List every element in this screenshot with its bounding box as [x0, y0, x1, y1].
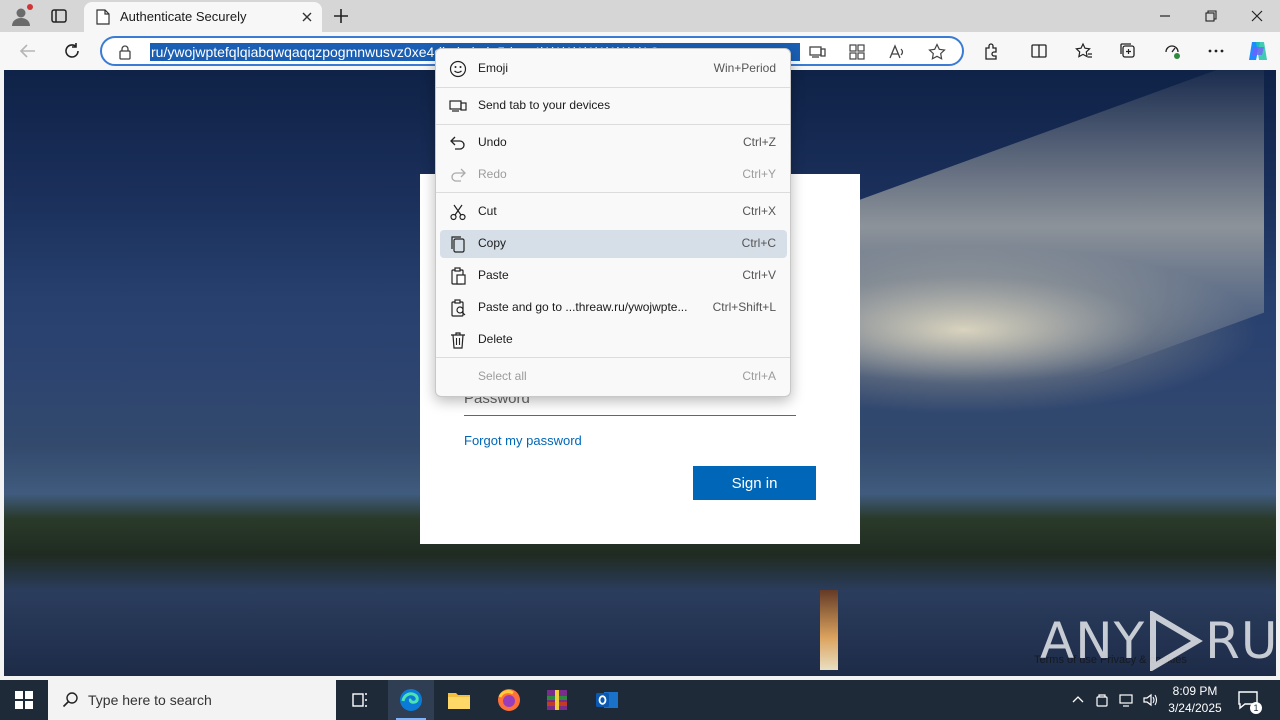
collections-icon[interactable]	[1118, 41, 1138, 61]
network-icon[interactable]	[1116, 680, 1136, 720]
menu-shortcut: Ctrl+A	[742, 369, 776, 383]
menu-item-paste-and-go[interactable]: Paste and go to ...threaw.ru/ywojwpte...…	[440, 294, 787, 322]
anyrun-watermark: ANY RUN	[1040, 608, 1276, 674]
menu-item-copy[interactable]: Copy Ctrl+C	[440, 230, 787, 258]
edge-icon[interactable]	[388, 680, 434, 720]
file-explorer-icon[interactable]	[436, 680, 482, 720]
menu-separator	[436, 87, 790, 88]
menu-shortcut: Ctrl+Shift+L	[712, 300, 776, 314]
volume-icon[interactable]	[1140, 680, 1160, 720]
security-icon[interactable]	[1092, 680, 1112, 720]
notification-count: 1	[1250, 702, 1262, 714]
menu-shortcut: Ctrl+Y	[742, 167, 776, 181]
search-icon	[62, 691, 80, 709]
forgot-password-link[interactable]: Forgot my password	[464, 433, 582, 448]
read-aloud-icon[interactable]	[888, 43, 906, 61]
send-tab-icon	[449, 97, 467, 115]
menu-item-send-tab[interactable]: Send tab to your devices	[440, 92, 787, 120]
menu-item-cut[interactable]: Cut Ctrl+X	[440, 198, 787, 226]
redo-icon	[449, 166, 467, 184]
task-view-icon[interactable]	[337, 680, 383, 720]
menu-label: Paste	[478, 268, 509, 282]
browser-title-bar: Authenticate Securely	[0, 0, 1280, 32]
tab-actions-icon[interactable]	[50, 7, 68, 25]
taskbar: Type here to search 8:09 PM 3/24/2025 1	[0, 680, 1280, 720]
new-tab-icon[interactable]	[332, 7, 350, 25]
clock-date: 3/24/2025	[1168, 701, 1222, 715]
more-options-icon[interactable]	[1206, 41, 1226, 61]
undo-icon	[449, 134, 467, 152]
menu-separator	[436, 124, 790, 125]
menu-shortcut: Ctrl+V	[742, 268, 776, 282]
menu-label: Select all	[478, 369, 527, 383]
menu-item-emoji[interactable]: Emoji Win+Period	[440, 55, 787, 83]
profile-icon[interactable]	[10, 4, 33, 27]
menu-item-delete[interactable]: Delete	[440, 326, 787, 354]
menu-label: Delete	[478, 332, 513, 346]
tab-title: Authenticate Securely	[120, 9, 247, 24]
background-tower	[820, 590, 838, 670]
close-tab-icon[interactable]	[300, 10, 314, 24]
emoji-icon	[449, 60, 467, 78]
menu-separator	[436, 192, 790, 193]
favorite-star-icon[interactable]	[928, 43, 946, 61]
minimize-icon[interactable]	[1142, 0, 1188, 32]
system-clock[interactable]: 8:09 PM 3/24/2025	[1160, 683, 1230, 717]
paste-icon	[449, 267, 467, 285]
apps-icon[interactable]	[848, 43, 866, 61]
sign-in-button[interactable]: Sign in	[693, 466, 816, 500]
chevron-up-icon[interactable]	[1068, 680, 1088, 720]
tab-authenticate-securely[interactable]: Authenticate Securely	[84, 2, 322, 32]
menu-label: Emoji	[478, 61, 509, 75]
device-icon[interactable]	[808, 43, 826, 61]
lock-icon[interactable]	[118, 44, 132, 60]
paste-go-icon	[449, 299, 467, 317]
refresh-icon[interactable]	[62, 41, 82, 61]
performance-icon[interactable]	[1162, 41, 1182, 61]
menu-label: Paste and go to ...threaw.ru/ywojwpte...	[478, 300, 688, 314]
outlook-icon[interactable]	[584, 680, 630, 720]
context-menu: Emoji Win+Period Send tab to your device…	[435, 48, 791, 397]
menu-label: Copy	[478, 236, 507, 250]
notification-icon[interactable]: 1	[1236, 688, 1262, 714]
close-window-icon[interactable]	[1234, 0, 1280, 32]
menu-item-undo[interactable]: Undo Ctrl+Z	[440, 129, 787, 157]
restore-icon[interactable]	[1188, 0, 1234, 32]
play-logo-icon	[1147, 609, 1204, 673]
cut-icon	[449, 203, 467, 221]
copy-icon	[449, 235, 467, 253]
delete-icon	[449, 331, 467, 349]
menu-shortcut: Ctrl+X	[742, 204, 776, 218]
menu-item-paste[interactable]: Paste Ctrl+V	[440, 262, 787, 290]
search-placeholder: Type here to search	[88, 692, 212, 708]
menu-item-select-all: Select all Ctrl+A	[440, 363, 787, 391]
menu-shortcut: Ctrl+Z	[743, 135, 776, 149]
watermark-left: ANY	[1040, 612, 1146, 670]
menu-item-redo: Redo Ctrl+Y	[440, 161, 787, 189]
menu-shortcut: Ctrl+C	[741, 236, 776, 250]
menu-label: Redo	[478, 167, 507, 181]
back-arrow-icon[interactable]	[18, 41, 38, 61]
extensions-icon[interactable]	[981, 41, 1001, 61]
favorites-icon[interactable]	[1074, 41, 1094, 61]
windows-start-icon[interactable]	[0, 680, 48, 720]
taskbar-search-box[interactable]: Type here to search	[48, 680, 336, 720]
watermark-right: RUN	[1205, 612, 1276, 670]
split-screen-icon[interactable]	[1029, 41, 1049, 61]
page-icon	[96, 9, 110, 25]
menu-label: Cut	[478, 204, 497, 218]
clock-time: 8:09 PM	[1172, 684, 1218, 698]
copilot-icon[interactable]	[1246, 39, 1270, 63]
firefox-icon[interactable]	[486, 680, 532, 720]
menu-separator	[436, 357, 790, 358]
menu-label: Undo	[478, 135, 507, 149]
menu-label: Send tab to your devices	[478, 98, 611, 112]
menu-shortcut: Win+Period	[713, 61, 776, 75]
winrar-icon[interactable]	[534, 680, 580, 720]
